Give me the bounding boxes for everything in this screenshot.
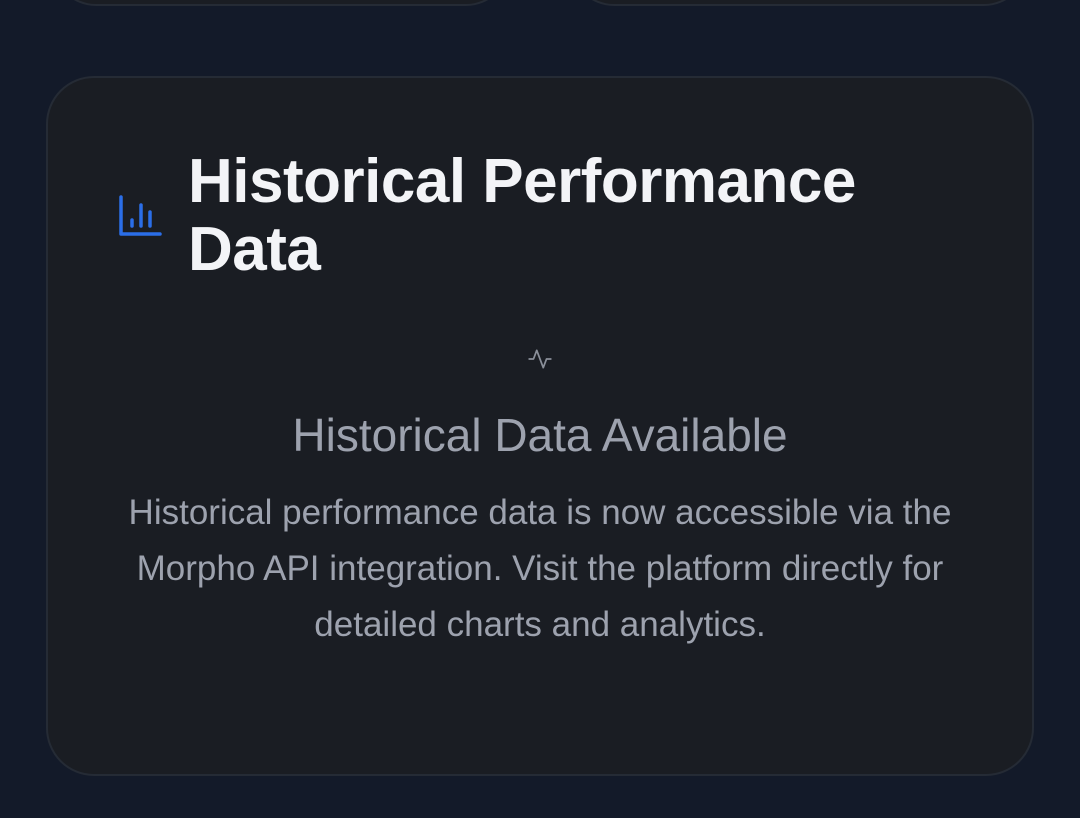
previous-card-right: [570, 0, 1028, 6]
empty-state-title: Historical Data Available: [292, 409, 788, 461]
historical-performance-card: Historical Performance Data Historical D…: [46, 76, 1034, 776]
bar-chart-icon: [118, 194, 162, 238]
empty-state-description: Historical performance data is now acces…: [128, 493, 952, 644]
page: Historical Performance Data Historical D…: [0, 0, 1080, 818]
card-title: Historical Performance Data: [188, 147, 856, 284]
empty-state: Historical Data Available Historical per…: [48, 346, 1032, 653]
previous-card-left: [52, 0, 510, 6]
activity-icon: [527, 346, 553, 372]
card-header: Historical Performance Data: [118, 148, 948, 284]
